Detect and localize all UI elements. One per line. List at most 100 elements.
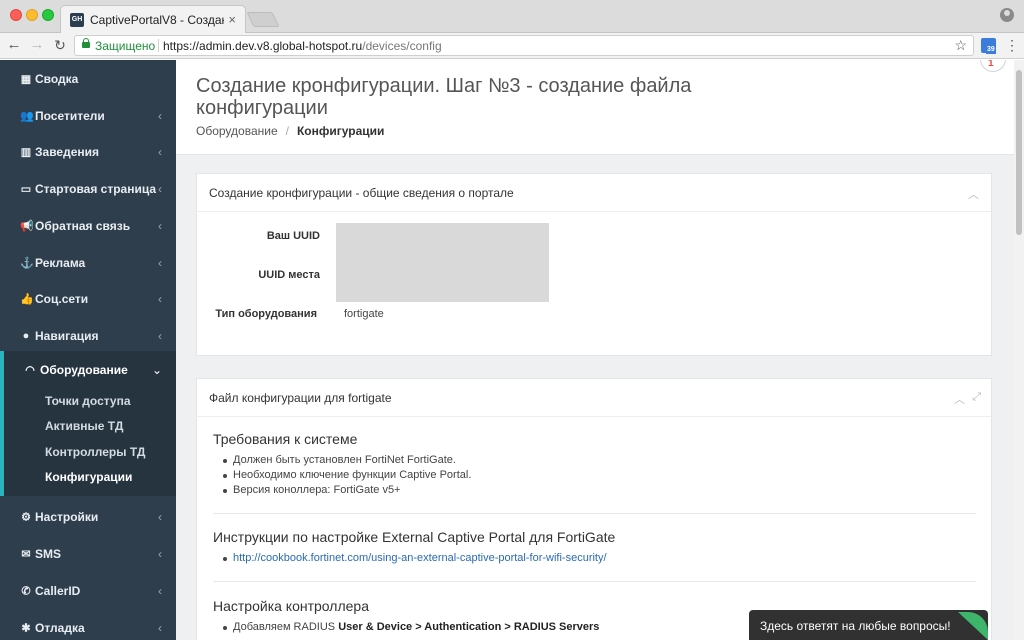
instructions-item: http://cookbook.fortinet.com/using-an-ex… xyxy=(223,552,607,564)
sidebar-item-cogs[interactable]: ⚙ Настройки ‹ xyxy=(0,498,176,535)
secure-label: Защищено xyxy=(95,39,156,53)
sidebar-subitem-access-points[interactable]: Точки доступа xyxy=(45,394,131,408)
bullhorn-icon: 📢 xyxy=(20,220,34,232)
sidebar-subitem-active-ap[interactable]: Активные ТД xyxy=(45,419,123,433)
expand-icon[interactable]: ⤢ xyxy=(972,391,981,404)
envelope-icon: ✉ xyxy=(21,548,31,560)
sidebar-item-anchor[interactable]: ⚓ Реклама ‹ xyxy=(0,244,176,281)
sidebar-item-label: Стартовая страница xyxy=(35,181,157,196)
controller-step-path: User & Device > Authentication > RADIUS … xyxy=(338,621,600,633)
sidebar-item-users[interactable]: 👥 Посетители ‹ xyxy=(0,97,176,134)
section-divider xyxy=(213,513,976,514)
sidebar-item-map-marker[interactable]: ● Навигация ‹ xyxy=(0,317,176,354)
sidebar-item-label: Заведения xyxy=(35,144,100,159)
map-marker-icon: ● xyxy=(22,329,30,342)
favicon-icon: GH xyxy=(70,13,84,27)
address-bar[interactable]: Защищено https://admin.dev.v8.global-hot… xyxy=(74,35,974,56)
tab-close-icon[interactable]: × xyxy=(228,12,236,27)
panel-header: Файл конфигурации для fortigate ︿ ⤢ xyxy=(197,379,991,417)
chevron-left-icon: ‹ xyxy=(158,328,162,343)
new-tab-button[interactable] xyxy=(246,12,280,27)
portal-info-panel: Создание кронфигурации - общие сведения … xyxy=(196,173,992,356)
notification-count: 1 xyxy=(988,60,994,69)
url-host: https://admin.dev.v8.global-hotspot.ru xyxy=(163,39,363,53)
breadcrumb-current: Конфигурации xyxy=(296,124,385,138)
phone-icon: ✆ xyxy=(21,585,31,597)
sidebar-item-label: Навигация xyxy=(35,328,99,343)
instructions-title: Инструкции по настройке External Captive… xyxy=(213,529,616,545)
nav-group-equipment: ◠ Оборудование ⌄ Точки доступа Активные … xyxy=(0,351,176,496)
sidebar-item-envelope[interactable]: ✉ SMS ‹ xyxy=(0,535,176,572)
lock-icon xyxy=(82,38,90,48)
collapse-chevron-icon[interactable]: ︿ xyxy=(954,391,965,407)
extension-badge: 39 xyxy=(986,46,996,54)
sidebar-item-label: Настройки xyxy=(35,509,99,524)
controller-title: Настройка контроллера xyxy=(213,598,369,614)
minimize-window-icon[interactable] xyxy=(26,9,38,21)
browser-menu-icon[interactable]: ⋮ xyxy=(1005,37,1019,53)
sidebar-item-label: Сводка xyxy=(35,71,79,86)
bookmark-star-icon[interactable]: ☆ xyxy=(954,37,967,54)
page-title: Создание кронфигурации. Шаг №3 - создани… xyxy=(196,75,692,119)
panel-title: Файл конфигурации для fortigate xyxy=(209,391,392,405)
sidebar-subitem-controllers[interactable]: Контроллеры ТД xyxy=(45,445,145,459)
chevron-left-icon: ‹ xyxy=(158,255,162,270)
chevron-left-icon: ‹ xyxy=(158,108,162,123)
sidebar-item-building[interactable]: ▥ Заведения ‹ xyxy=(0,133,176,170)
sidebar-item-desktop[interactable]: ▭ Стартовая страница ‹ xyxy=(0,170,176,207)
sidebar-item-label: Оборудование xyxy=(40,362,128,377)
close-window-icon[interactable] xyxy=(10,9,22,21)
browser-tab-bar: GH CaptivePortalV8 - Создание к × xyxy=(0,0,1024,33)
scrollbar-thumb[interactable] xyxy=(1016,70,1022,235)
sidebar-item-bug[interactable]: ✱ Отладка ‹ xyxy=(0,609,176,640)
forward-arrow-icon[interactable]: → xyxy=(28,36,46,54)
chevron-left-icon: ‹ xyxy=(158,509,162,524)
support-chat-widget[interactable]: Здесь ответят на любые вопросы! xyxy=(749,610,988,640)
sidebar-item-label: Отладка xyxy=(35,620,85,635)
reload-icon[interactable]: ↻ xyxy=(51,36,69,54)
url-separator xyxy=(158,39,159,52)
back-arrow-icon[interactable]: ← xyxy=(5,36,23,54)
collapse-chevron-icon[interactable]: ︿ xyxy=(968,186,979,202)
section-divider xyxy=(213,581,976,582)
sidebar-item-label: Реклама xyxy=(35,255,86,270)
users-icon: 👥 xyxy=(20,110,34,122)
panel-title: Создание кронфигурации - общие сведения … xyxy=(209,186,514,200)
browser-tab[interactable]: GH CaptivePortalV8 - Создание к × xyxy=(60,5,246,33)
wifi-icon: ◠ xyxy=(25,364,35,376)
sidebar-item-label: Посетители xyxy=(35,108,105,123)
main-content: Создание кронфигурации. Шаг №3 - создани… xyxy=(176,60,1024,640)
breadcrumb-equipment[interactable]: Оборудование xyxy=(196,124,278,138)
maximize-window-icon[interactable] xyxy=(42,9,54,21)
anchor-icon: ⚓ xyxy=(20,257,34,269)
chevron-left-icon: ‹ xyxy=(158,620,162,635)
url-text[interactable]: https://admin.dev.v8.global-hotspot.ru/d… xyxy=(163,39,442,53)
chevron-left-icon: ‹ xyxy=(158,291,162,306)
uuid-redacted-box xyxy=(336,223,549,302)
sidebar-item-bullhorn[interactable]: 📢 Обратная связь ‹ xyxy=(0,207,176,244)
sidebar-item-dashboard[interactable]: ▦ Сводка xyxy=(0,60,176,97)
panel-header: Создание кронфигурации - общие сведения … xyxy=(197,174,991,212)
profile-icon[interactable] xyxy=(1000,8,1014,22)
requirements-title: Требования к системе xyxy=(213,431,358,447)
url-path: /devices/config xyxy=(362,39,442,53)
thumbs-up-icon: 👍 xyxy=(20,293,34,305)
dashboard-icon: ▦ xyxy=(20,73,32,85)
fortinet-cookbook-link[interactable]: http://cookbook.fortinet.com/using-an-ex… xyxy=(233,552,607,564)
device-type-label: Тип оборудования xyxy=(215,308,317,320)
building-icon: ▥ xyxy=(20,146,32,158)
sidebar-item-equipment[interactable]: ◠ Оборудование ⌄ xyxy=(0,351,176,388)
config-file-panel: Файл конфигурации для fortigate ︿ ⤢ Треб… xyxy=(196,378,992,640)
chevron-down-icon: ⌄ xyxy=(151,362,162,377)
sidebar-item-thumbs-up[interactable]: 👍 Соц.сети ‹ xyxy=(0,280,176,317)
controller-step-text: Добавляем RADIUS xyxy=(233,621,339,633)
requirement-item: Версия коноллера: FortiGate v5+ xyxy=(222,484,401,496)
chevron-left-icon: ‹ xyxy=(158,546,162,561)
tab-title: CaptivePortalV8 - Создание к xyxy=(90,13,224,27)
device-type-value: fortigate xyxy=(344,308,384,320)
chevron-left-icon: ‹ xyxy=(158,583,162,598)
chevron-left-icon: ‹ xyxy=(158,218,162,233)
sidebar-subitem-configurations[interactable]: Конфигурации xyxy=(45,470,132,484)
controller-step: Добавляем RADIUS User & Device > Authent… xyxy=(222,621,600,633)
sidebar-item-phone[interactable]: ✆ CallerID ‹ xyxy=(0,572,176,609)
